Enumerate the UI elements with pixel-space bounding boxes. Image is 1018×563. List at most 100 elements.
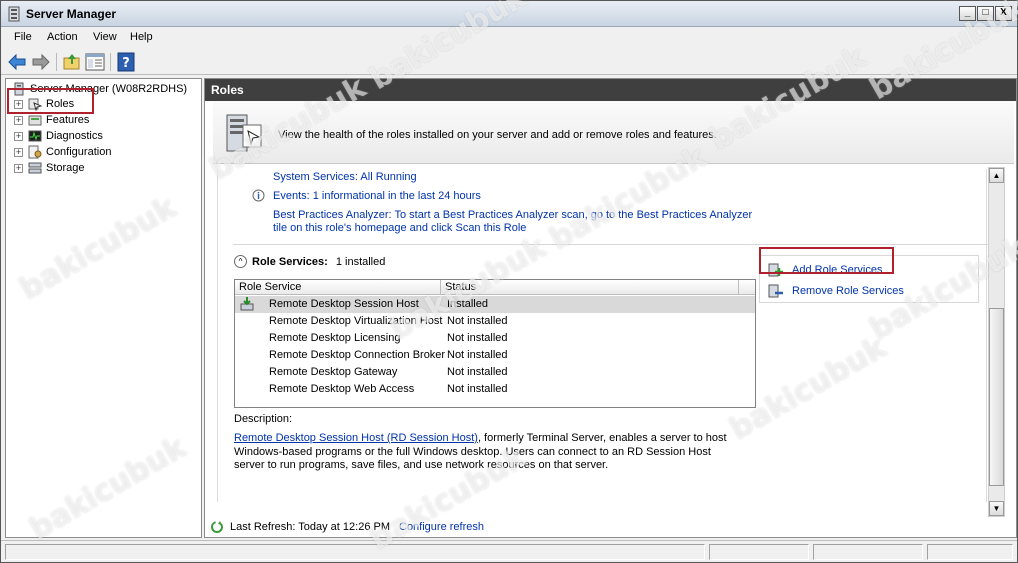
section-divider <box>233 244 988 245</box>
role-service-name: Remote Desktop Licensing <box>269 332 401 344</box>
add-role-services-highlight <box>759 247 894 274</box>
bpa-link-line1[interactable]: Best Practices Analyzer: To start a Best… <box>273 209 752 221</box>
remove-role-services-icon <box>768 284 783 298</box>
svg-text:?: ? <box>122 56 130 71</box>
description-label: Description: <box>234 413 293 425</box>
up-icon[interactable] <box>62 52 82 72</box>
table-row[interactable]: Remote Desktop Virtualization Host Not i… <box>235 313 755 330</box>
pane-header: Roles <box>205 79 1016 101</box>
list-header: Role Service Status <box>235 280 755 295</box>
expand-icon[interactable]: + <box>14 115 23 125</box>
tree-item-label: Storage <box>46 162 85 174</box>
description-link[interactable]: Remote Desktop Session Host (RD Session … <box>234 432 478 444</box>
vertical-scrollbar[interactable]: ▲ ▼ <box>988 167 1005 517</box>
role-services-list[interactable]: Role Service Status Remote Desktop Sessi… <box>234 279 756 408</box>
toolbar: ? <box>1 49 1017 75</box>
expand-icon[interactable]: + <box>14 163 23 173</box>
forward-icon[interactable] <box>31 52 51 72</box>
refresh-footer: Last Refresh: Today at 12:26 PM Configur… <box>205 517 1016 537</box>
role-service-status: Not installed <box>447 383 508 395</box>
role-service-name: Remote Desktop Session Host <box>269 298 419 310</box>
tree-item-diagnostics[interactable]: + Diagnostics <box>14 128 103 144</box>
maximize-button[interactable]: □ <box>977 6 994 21</box>
role-service-status: Not installed <box>447 315 508 327</box>
column-header-status[interactable]: Status <box>441 280 739 295</box>
menu-action[interactable]: Action <box>47 31 78 43</box>
last-refresh-text: Last Refresh: Today at 12:26 PM <box>230 521 390 533</box>
roles-server-icon <box>226 114 262 152</box>
role-service-name: Remote Desktop Gateway <box>269 366 398 378</box>
server-manager-icon <box>8 6 20 22</box>
close-button[interactable]: X <box>995 6 1012 21</box>
column-header-role-service[interactable]: Role Service <box>235 280 441 295</box>
configure-refresh-link[interactable]: Configure refresh <box>399 521 484 533</box>
back-icon[interactable] <box>7 52 27 72</box>
table-row[interactable]: Remote Desktop Connection Broker Not ins… <box>235 347 755 364</box>
server-manager-window: Server Manager _ □ X File Action View He… <box>0 0 1018 563</box>
description-text: Remote Desktop Session Host (RD Session … <box>234 432 754 473</box>
role-services-count: 1 installed <box>335 255 386 268</box>
role-service-status: Not installed <box>447 366 508 378</box>
status-cell <box>709 544 809 560</box>
status-bar <box>1 540 1017 562</box>
toolbar-separator <box>110 53 111 71</box>
installed-icon <box>240 297 254 311</box>
status-cell <box>813 544 923 560</box>
role-services-title: Role Services: <box>252 255 328 268</box>
tree-item-label: Configuration <box>46 146 112 158</box>
help-icon[interactable]: ? <box>116 52 136 72</box>
tree-item-features[interactable]: + Features <box>14 112 89 128</box>
description-line2: Windows-based programs or the full Windo… <box>234 445 711 458</box>
show-hide-tree-icon[interactable] <box>85 52 105 72</box>
role-details-scroll-area: System Services: All Running Events: 1 i… <box>217 169 988 502</box>
refresh-icon <box>211 521 223 533</box>
description-line1: , formerly Terminal Server, enables a se… <box>477 432 727 444</box>
role-service-status: Not installed <box>447 332 508 344</box>
table-row[interactable]: Remote Desktop Session Host Installed <box>235 296 755 313</box>
menu-bar: File Action View Help <box>1 27 1017 49</box>
table-row[interactable]: Remote Desktop Gateway Not installed <box>235 364 755 381</box>
system-services-link[interactable]: System Services: All Running <box>273 171 417 183</box>
role-services-header: ^ Role Services: 1 installed <box>234 255 385 268</box>
tree-item-configuration[interactable]: + Configuration <box>14 144 111 160</box>
collapse-icon[interactable]: ^ <box>234 255 247 268</box>
title-bar[interactable]: Server Manager _ □ X <box>1 1 1017 27</box>
menu-help[interactable]: Help <box>130 31 153 43</box>
expand-icon[interactable]: + <box>14 147 23 157</box>
table-row[interactable]: Remote Desktop Web Access Not installed <box>235 381 755 398</box>
window-title: Server Manager <box>26 7 117 21</box>
storage-icon <box>28 162 42 174</box>
diagnostics-icon <box>28 130 42 142</box>
roles-banner: View the health of the roles installed o… <box>213 101 1014 164</box>
tree-item-label: Features <box>46 114 90 126</box>
role-service-name: Remote Desktop Connection Broker <box>269 349 446 361</box>
role-service-status: Not installed <box>447 349 508 361</box>
role-service-status: Installed <box>447 298 488 310</box>
scroll-up-arrow[interactable]: ▲ <box>989 168 1004 183</box>
events-link[interactable]: Events: 1 informational in the last 24 h… <box>273 190 481 202</box>
scroll-thumb[interactable] <box>989 308 1004 486</box>
role-service-name: Remote Desktop Web Access <box>269 383 415 395</box>
description-line3: server to run programs, save files, and … <box>234 459 609 471</box>
banner-description: View the health of the roles installed o… <box>278 129 717 141</box>
remove-role-services-action[interactable]: Remove Role Services <box>768 284 904 298</box>
features-icon <box>28 115 42 126</box>
menu-file[interactable]: File <box>14 31 32 43</box>
role-service-name: Remote Desktop Virtualization Host <box>269 315 443 327</box>
tree-item-label: Diagnostics <box>46 130 103 142</box>
tree-item-storage[interactable]: + Storage <box>14 160 85 176</box>
configuration-icon <box>28 145 42 159</box>
expand-icon[interactable]: + <box>14 131 23 141</box>
status-cell-main <box>5 544 705 560</box>
table-row[interactable]: Remote Desktop Licensing Not installed <box>235 330 755 347</box>
details-pane: Roles View the health of the roles insta… <box>204 78 1017 538</box>
bpa-link-line2[interactable]: tile on this role's homepage and click S… <box>273 222 526 234</box>
toolbar-separator <box>56 53 57 71</box>
navigation-tree: Server Manager (W08R2RDHS) + Roles + Fea… <box>5 78 202 538</box>
menu-view[interactable]: View <box>93 31 117 43</box>
minimize-button[interactable]: _ <box>959 6 976 21</box>
remove-role-services-link[interactable]: Remove Role Services <box>792 285 904 297</box>
info-icon <box>252 189 265 202</box>
status-cell <box>927 544 1013 560</box>
scroll-down-arrow[interactable]: ▼ <box>989 501 1004 516</box>
